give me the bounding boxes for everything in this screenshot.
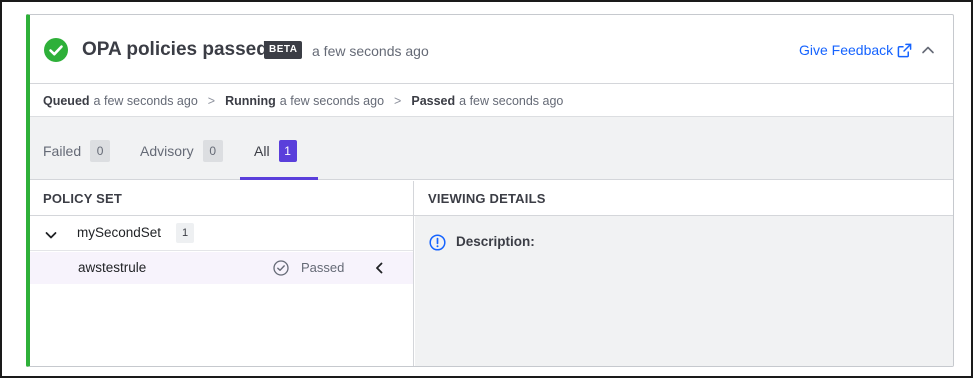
policy-rule-status: Passed — [301, 260, 345, 275]
policy-set-name: mySecondSet — [77, 225, 162, 240]
description-label: Description: — [456, 234, 535, 249]
active-tab-indicator — [240, 177, 318, 180]
timeline-separator: > — [207, 93, 216, 108]
give-feedback-link[interactable]: Give Feedback — [799, 41, 912, 59]
timeline-step-passed: Passed a few seconds ago — [411, 93, 564, 108]
run-timeline: Queued a few seconds ago > Running a few s… — [30, 85, 953, 117]
filter-tabs: Failed 0 Advisory 0 All 1 — [30, 117, 953, 180]
policy-rule-row[interactable]: awstestrule Passed — [30, 252, 413, 284]
chevron-left-icon[interactable] — [373, 261, 385, 275]
chevron-down-icon[interactable] — [44, 228, 58, 242]
tab-label: All — [254, 143, 270, 159]
info-icon — [429, 234, 446, 251]
check-circle-outline-icon — [273, 260, 289, 276]
beta-badge: BETA — [264, 41, 303, 59]
tab-count: 1 — [278, 140, 297, 162]
tab-label: Advisory — [140, 143, 194, 159]
header-timestamp: a few seconds ago — [312, 43, 429, 59]
policy-set-list: mySecondSet 1 awstestrule Passed — [30, 216, 414, 366]
policy-set-column-header: POLICY SET — [30, 181, 414, 216]
policy-check-card: OPA policies passed BETA a few seconds a… — [26, 14, 954, 367]
policy-set-row[interactable]: mySecondSet 1 — [30, 216, 413, 251]
viewing-details-column-header: VIEWING DETAILS — [414, 181, 953, 216]
card-title: OPA policies passed — [82, 39, 268, 60]
tab-failed[interactable]: Failed 0 — [43, 140, 111, 162]
tab-count: 0 — [202, 140, 223, 162]
card-header: OPA policies passed BETA a few seconds a… — [30, 15, 953, 84]
external-link-icon — [897, 43, 912, 57]
policy-set-count: 1 — [176, 223, 194, 243]
details-pane: Description: — [415, 216, 953, 366]
tab-advisory[interactable]: Advisory 0 — [140, 140, 223, 162]
tab-count: 0 — [90, 140, 111, 162]
timeline-step-queued: Queued a few seconds ago — [43, 93, 198, 108]
tab-all[interactable]: All 1 — [254, 140, 297, 162]
check-circle-icon — [44, 38, 68, 62]
policy-rule-name: awstestrule — [78, 260, 147, 275]
give-feedback-label: Give Feedback — [799, 42, 894, 58]
timeline-separator: > — [394, 93, 402, 108]
timeline-step-running: Running a few seconds ago — [225, 93, 385, 108]
chevron-up-icon[interactable] — [920, 42, 936, 58]
tab-label: Failed — [43, 143, 82, 159]
window-frame-top — [0, 0, 973, 2]
